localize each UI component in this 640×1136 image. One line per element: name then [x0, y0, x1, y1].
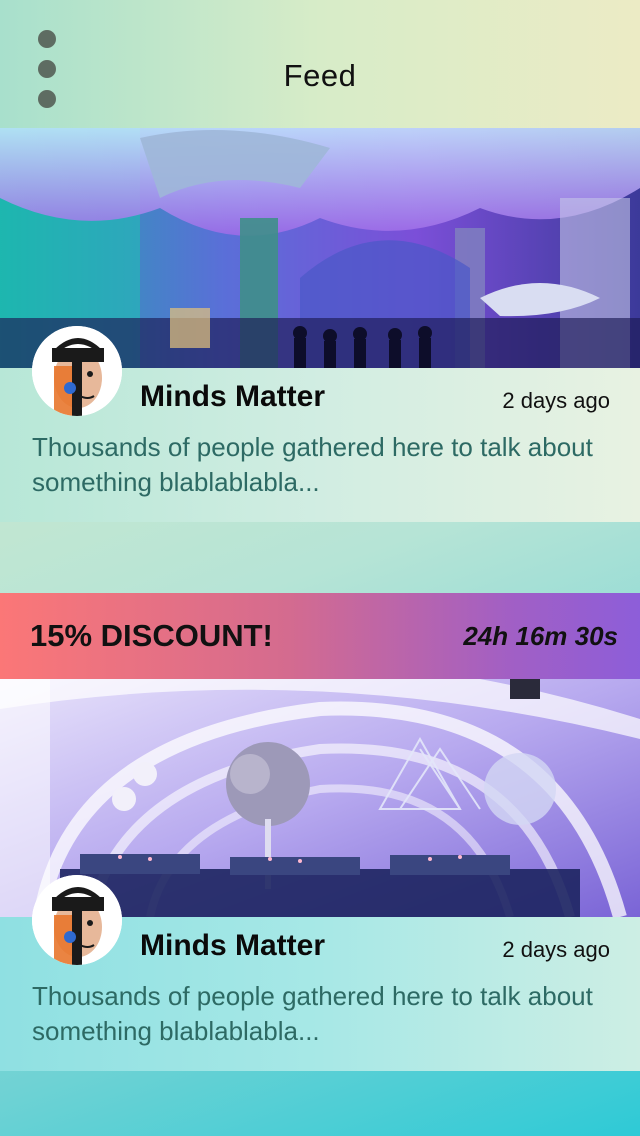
post-description: Thousands of people gathered here to tal… [32, 432, 593, 497]
discount-title: 15% DISCOUNT! [30, 618, 273, 653]
app-header: Feed [0, 0, 640, 128]
menu-dot [38, 30, 56, 48]
avatar[interactable] [32, 326, 122, 416]
post-card[interactable]: Minds Matter 2 days ago Thousands of peo… [0, 875, 640, 1071]
discount-banner[interactable]: 15% DISCOUNT! 24h 16m 30s [0, 593, 640, 679]
post-author[interactable]: Minds Matter [140, 380, 325, 414]
post-time: 2 days ago [502, 388, 610, 413]
post-author[interactable]: Minds Matter [140, 929, 325, 963]
avatar[interactable] [32, 875, 122, 965]
discount-countdown: 24h 16m 30s [463, 621, 618, 651]
page-title: Feed [283, 58, 357, 93]
post-description: Thousands of people gathered here to tal… [32, 981, 593, 1046]
post-card[interactable]: Minds Matter 2 days ago Thousands of peo… [0, 326, 640, 522]
post-time: 2 days ago [502, 937, 610, 962]
